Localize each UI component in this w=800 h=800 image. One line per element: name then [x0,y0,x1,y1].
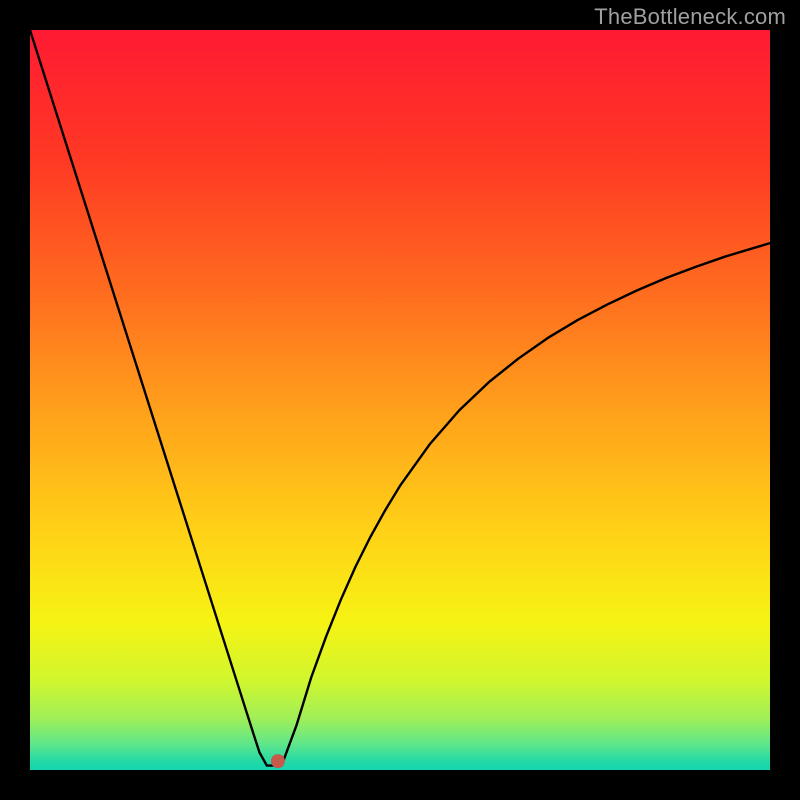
chart-container: TheBottleneck.com [0,0,800,800]
plot-area [30,30,770,770]
watermark-text: TheBottleneck.com [594,4,786,30]
chart-svg [30,30,770,770]
chart-marker-dot [271,754,285,768]
chart-background [30,30,770,770]
